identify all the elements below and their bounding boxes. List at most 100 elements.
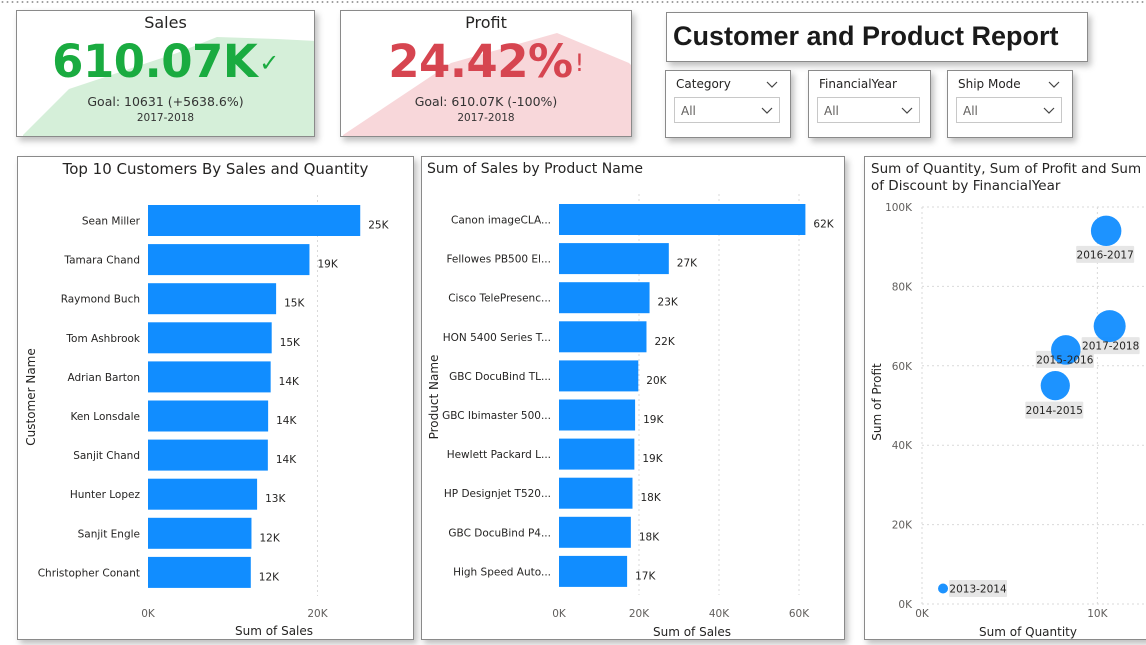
data-label: 27K bbox=[677, 258, 698, 270]
chart-product-sales-plot: 0K 20K 40K 60K Canon imageCLA... 62K Fellowes … bbox=[427, 194, 835, 639]
x-tick-label: 20K bbox=[629, 608, 650, 620]
data-label: 25K bbox=[368, 220, 389, 232]
bar bbox=[559, 282, 650, 314]
data-label: 14K bbox=[276, 415, 297, 427]
x-axis-title: Sum of Quantity bbox=[979, 625, 1077, 639]
x-tick-label: 0K bbox=[141, 608, 156, 620]
chevron-down-icon bbox=[1043, 107, 1055, 114]
scatter-point bbox=[938, 583, 949, 594]
data-label: 2013-2014 bbox=[949, 584, 1007, 596]
category-label: Sanjit Engle bbox=[78, 528, 140, 540]
kpi-profit-period: 2017-2018 bbox=[457, 112, 515, 124]
slicer-category[interactable]: Category All bbox=[665, 70, 791, 138]
data-label: 19K bbox=[317, 259, 338, 271]
bar bbox=[148, 283, 277, 315]
bar bbox=[559, 477, 633, 509]
x-axis-title: Sum of Sales bbox=[235, 624, 313, 638]
category-label: GBC DocuBind P4... bbox=[448, 527, 551, 539]
bar bbox=[148, 205, 361, 236]
report-title: Customer and Product Report bbox=[666, 12, 1088, 62]
slicer-ship-mode-dropdown[interactable]: All bbox=[956, 97, 1062, 123]
kpi-sales-goal: Goal: 10631 (+5638.6%) bbox=[87, 94, 244, 109]
slicer-financial-year-label: FinancialYear bbox=[819, 77, 897, 91]
chevron-down-icon[interactable] bbox=[766, 81, 778, 89]
x-tick-label: 10K bbox=[1087, 608, 1108, 620]
chevron-down-icon bbox=[901, 107, 913, 114]
category-label: Tamara Chand bbox=[63, 255, 140, 267]
chart-top-customers[interactable]: Top 10 Customers By Sales and Quantity 0… bbox=[17, 156, 414, 640]
slicer-financial-year[interactable]: FinancialYear All bbox=[808, 70, 931, 138]
data-label: 19K bbox=[643, 414, 664, 426]
category-label: Fellowes PB500 El... bbox=[446, 254, 551, 266]
bar bbox=[559, 360, 639, 392]
chart-quantity-profit-scatter[interactable]: Sum of Quantity, Sum of Profit and Sum o… bbox=[864, 156, 1146, 640]
category-label: HON 5400 Series T... bbox=[443, 332, 551, 344]
scatter-point bbox=[1093, 310, 1126, 343]
category-label: HP Designjet T520... bbox=[444, 488, 551, 500]
data-label: 14K bbox=[279, 376, 300, 388]
x-tick-label: 0K bbox=[915, 608, 930, 620]
slicer-category-label: Category bbox=[676, 77, 731, 91]
scatter-point bbox=[1090, 215, 1122, 247]
kpi-card-sales[interactable]: Sales 610.07K✓ Goal: 10631 (+5638.6%) 20… bbox=[16, 10, 315, 137]
category-label: Cisco TelePresenc... bbox=[448, 293, 551, 305]
data-label: 2015-2016 bbox=[1036, 354, 1094, 366]
x-tick-label: 20K bbox=[307, 608, 328, 620]
data-label: 19K bbox=[642, 453, 663, 465]
bar bbox=[148, 361, 271, 393]
bar bbox=[559, 555, 628, 587]
slicer-category-dropdown[interactable]: All bbox=[674, 97, 780, 123]
check-icon: ✓ bbox=[259, 49, 279, 77]
slicer-ship-mode-label: Ship Mode bbox=[958, 77, 1021, 91]
data-label: 2014-2015 bbox=[1026, 405, 1083, 417]
category-label: Canon imageCLA... bbox=[451, 215, 551, 227]
kpi-sales-title: Sales bbox=[144, 13, 187, 32]
chart-scatter-plot: 0K 20K 40K 60K 80K 100K 0K 10K 2013-2014 2014-201… bbox=[870, 202, 1146, 639]
slicer-ship-mode[interactable]: Ship Mode All bbox=[947, 70, 1073, 138]
data-label: 15K bbox=[284, 298, 305, 310]
category-label: Hewlett Packard L... bbox=[447, 449, 551, 461]
data-label: 18K bbox=[639, 531, 660, 543]
y-axis-title: Product Name bbox=[427, 355, 441, 440]
category-label: Raymond Buch bbox=[61, 294, 140, 306]
category-label: Ken Lonsdale bbox=[70, 411, 140, 423]
bar bbox=[148, 517, 252, 549]
data-label: 62K bbox=[813, 219, 834, 231]
y-tick-label: 60K bbox=[892, 361, 913, 373]
category-label: Sanjit Chand bbox=[73, 450, 140, 462]
bar bbox=[559, 516, 631, 548]
bar bbox=[148, 400, 269, 432]
kpi-sales-value-row: 610.07K✓ bbox=[17, 35, 314, 88]
data-label: 18K bbox=[641, 492, 662, 504]
category-label: Hunter Lopez bbox=[70, 489, 141, 501]
bar bbox=[559, 204, 806, 235]
kpi-profit-goal: Goal: 610.07K (-100%) bbox=[414, 94, 558, 109]
slicer-category-value: All bbox=[681, 104, 696, 118]
data-label: 23K bbox=[658, 297, 679, 309]
category-label: GBC DocuBind TL... bbox=[449, 371, 551, 383]
kpi-profit-value-row: 24.42%! bbox=[341, 35, 631, 88]
category-label: Adrian Barton bbox=[68, 372, 140, 384]
chart-top-customers-plot: 0K 20K Sean Miller 25K Tamara Chand 19K Raymon… bbox=[24, 195, 390, 638]
bar bbox=[559, 438, 635, 470]
slicer-financial-year-value: All bbox=[824, 104, 839, 118]
bar bbox=[148, 478, 258, 510]
kpi-sales-period: 2017-2018 bbox=[136, 112, 195, 124]
data-label: 12K bbox=[259, 532, 280, 544]
data-label: 12K bbox=[259, 571, 280, 583]
kpi-profit-value: 24.42% bbox=[388, 35, 573, 88]
data-label: 22K bbox=[654, 336, 675, 348]
bar bbox=[148, 244, 310, 276]
data-label: 20K bbox=[646, 375, 667, 387]
bar bbox=[148, 439, 268, 471]
chevron-down-icon[interactable] bbox=[1048, 81, 1060, 89]
chart-product-sales[interactable]: Sum of Sales by Product Name 0K 20K 40K 60K… bbox=[421, 156, 845, 640]
kpi-sales-value: 610.07K bbox=[52, 35, 258, 88]
slicer-financial-year-dropdown[interactable]: All bbox=[817, 97, 920, 123]
y-axis-title: Sum of Profit bbox=[870, 363, 884, 441]
kpi-card-profit[interactable]: Profit 24.42%! Goal: 610.07K (-100%) 201… bbox=[340, 10, 632, 137]
exclamation-icon: ! bbox=[574, 49, 585, 77]
y-tick-label: 80K bbox=[892, 281, 913, 293]
data-label: 2016-2017 bbox=[1077, 249, 1134, 261]
category-label: Christopher Conant bbox=[38, 567, 140, 579]
